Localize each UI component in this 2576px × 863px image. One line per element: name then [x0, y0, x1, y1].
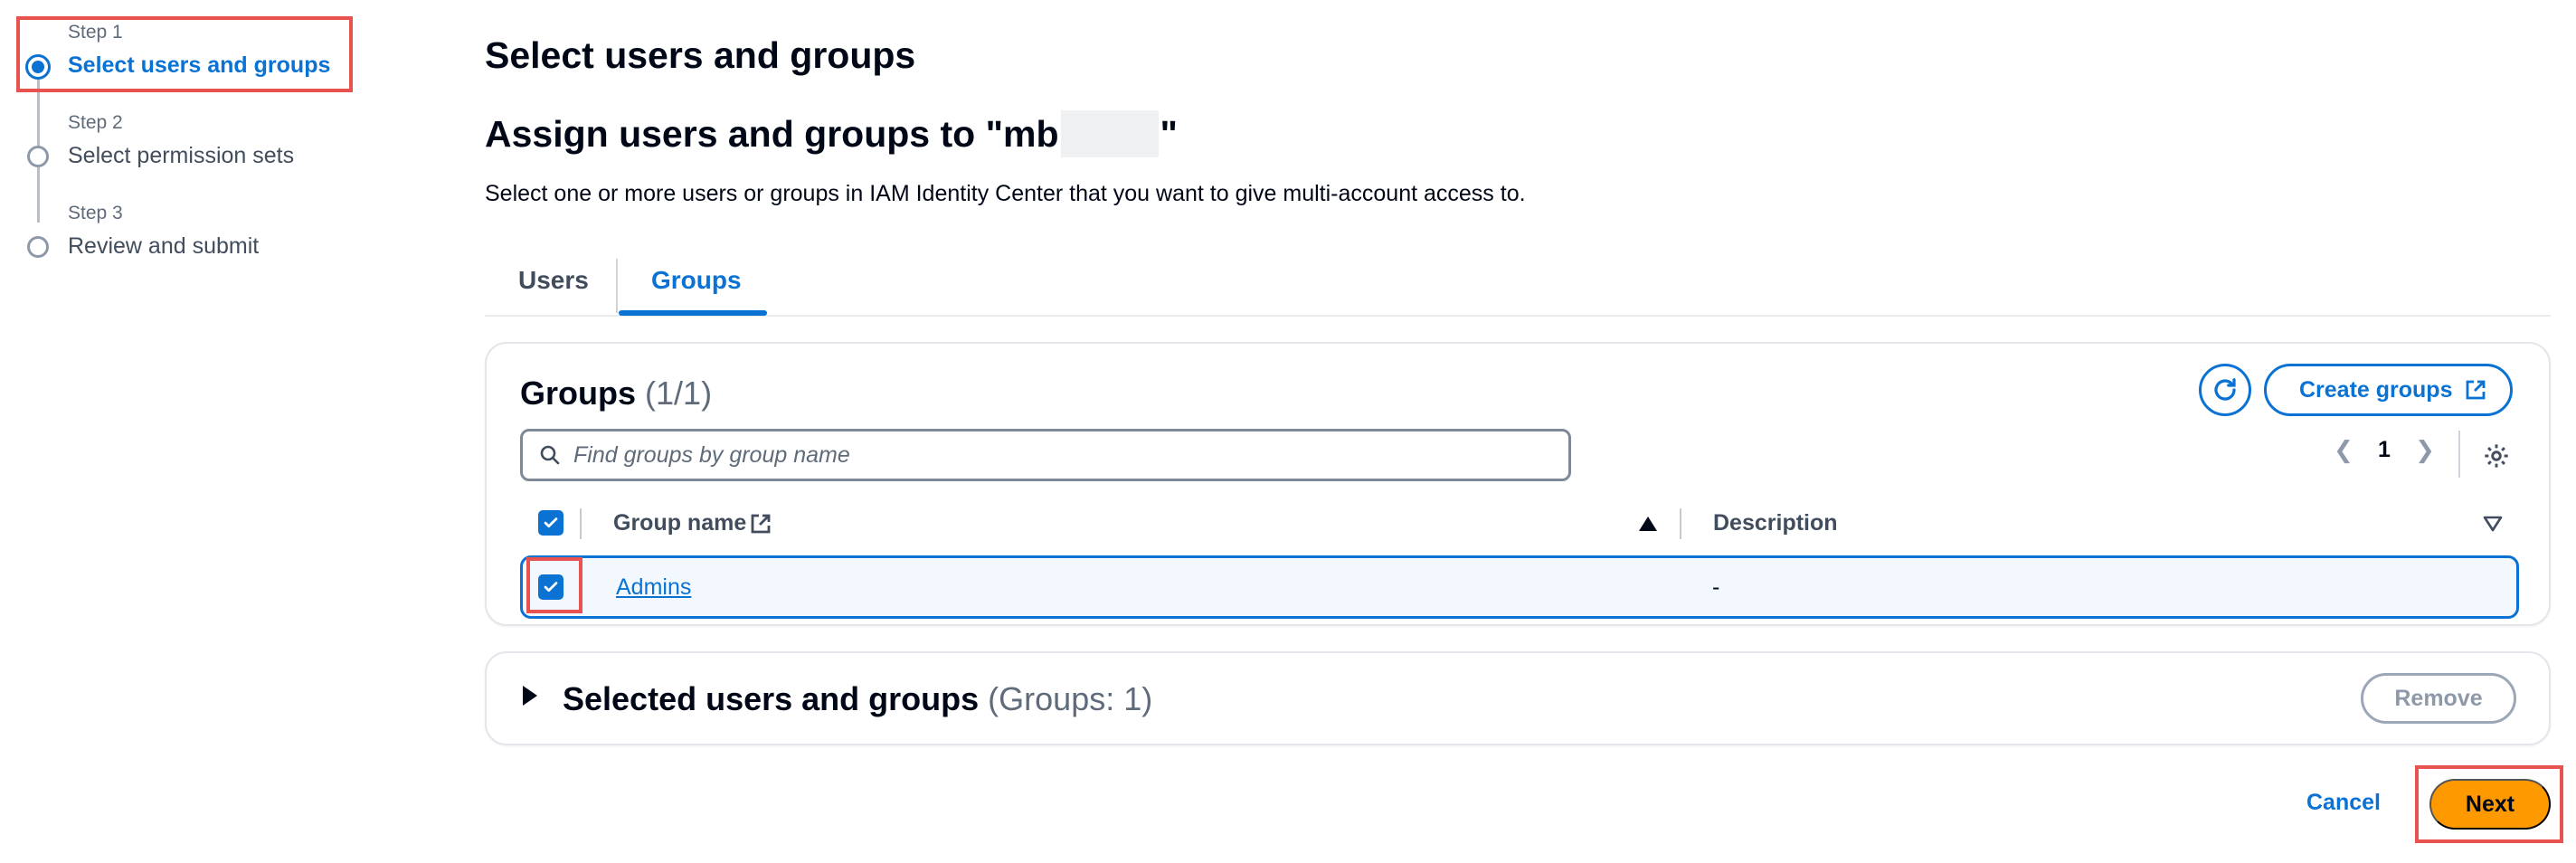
refresh-button[interactable]	[2199, 364, 2251, 416]
table-settings-button[interactable]	[2482, 441, 2511, 470]
sort-unsorted-icon[interactable]	[2483, 516, 2503, 532]
tab-groups[interactable]: Groups	[651, 266, 742, 295]
step-1-label: Step 1	[68, 22, 123, 43]
selected-panel-count: (Groups: 1)	[988, 680, 1153, 717]
remove-button[interactable]: Remove	[2361, 673, 2516, 724]
wizard-stepper: Step 1 Select users and groups Step 2 Se…	[0, 0, 380, 289]
pagination-controls: ❮ 1 ❯	[2328, 436, 2440, 464]
step-2-indicator-icon	[27, 146, 49, 167]
checkmark-icon	[544, 582, 558, 593]
previous-page-icon[interactable]: ❮	[2328, 436, 2359, 464]
assign-subtitle: Assign users and groups to "mb "	[485, 110, 1178, 157]
step-2-title: Select permission sets	[68, 143, 295, 168]
column-divider[interactable]	[1680, 508, 1681, 539]
external-link-icon	[2467, 380, 2486, 400]
group-description: -	[1712, 574, 1720, 600]
group-name-link[interactable]: Admins	[616, 574, 691, 601]
groups-table-container: Groups (1/1) Create groups Find groups b…	[485, 342, 2551, 626]
current-page-number[interactable]: 1	[2359, 437, 2410, 463]
group-search-field[interactable]	[520, 429, 1571, 481]
step-3-label: Step 3	[68, 203, 123, 223]
tab-users[interactable]: Users	[518, 266, 589, 295]
step-3-indicator-icon	[27, 236, 49, 258]
tab-active-indicator	[619, 310, 767, 316]
tab-divider	[616, 259, 618, 313]
caret-right-icon[interactable]	[523, 686, 537, 706]
selected-panel-title: Selected users and groups	[563, 680, 980, 717]
column-divider	[580, 508, 582, 539]
column-header-description[interactable]: Description	[1713, 510, 1838, 536]
gear-icon	[2485, 444, 2508, 468]
table-header: Group name Description	[520, 499, 2519, 546]
row-select-checkbox[interactable]	[538, 574, 564, 600]
groups-table-header: Groups (1/1)	[520, 375, 712, 413]
selected-panel-header[interactable]: Selected users and groups (Groups: 1)	[563, 680, 1152, 718]
groups-table-title: Groups	[520, 375, 637, 412]
column-header-description-label: Description	[1713, 510, 1838, 536]
step-1-indicator-icon	[25, 54, 51, 80]
assign-subtitle-prefix: Assign users and groups to "mb	[485, 112, 1059, 155]
table-row[interactable]: Admins -	[520, 555, 2519, 619]
create-groups-label: Create groups	[2299, 376, 2453, 403]
checkmark-icon	[544, 517, 558, 528]
selected-users-groups-panel: Selected users and groups (Groups: 1) Re…	[485, 651, 2551, 745]
column-header-group-name-label: Group name	[613, 510, 747, 536]
cancel-button[interactable]: Cancel	[2306, 790, 2381, 816]
step-1-title[interactable]: Select users and groups	[68, 52, 330, 79]
search-icon	[540, 445, 560, 465]
create-groups-button[interactable]: Create groups	[2264, 364, 2514, 416]
column-header-group-name[interactable]: Group name	[613, 510, 772, 536]
group-search-input[interactable]	[573, 441, 1523, 469]
step-3-title: Review and submit	[68, 233, 260, 259]
select-all-checkbox[interactable]	[538, 510, 564, 536]
assign-subtitle-suffix: "	[1160, 112, 1178, 155]
next-button[interactable]: Next	[2429, 779, 2551, 830]
groups-table-count: (1/1)	[645, 375, 713, 412]
pagination-divider	[2458, 431, 2460, 478]
refresh-icon	[2214, 378, 2236, 401]
next-page-icon[interactable]: ❯	[2410, 436, 2440, 464]
page-description: Select one or more users or groups in IA…	[485, 181, 1526, 206]
redacted-name-block	[1060, 110, 1159, 157]
sort-ascending-icon[interactable]	[1638, 516, 1658, 532]
external-link-icon	[751, 514, 771, 533]
tab-bar: Users Groups	[485, 253, 2551, 317]
step-2-label: Step 2	[68, 112, 123, 133]
page-title: Select users and groups	[485, 34, 916, 76]
